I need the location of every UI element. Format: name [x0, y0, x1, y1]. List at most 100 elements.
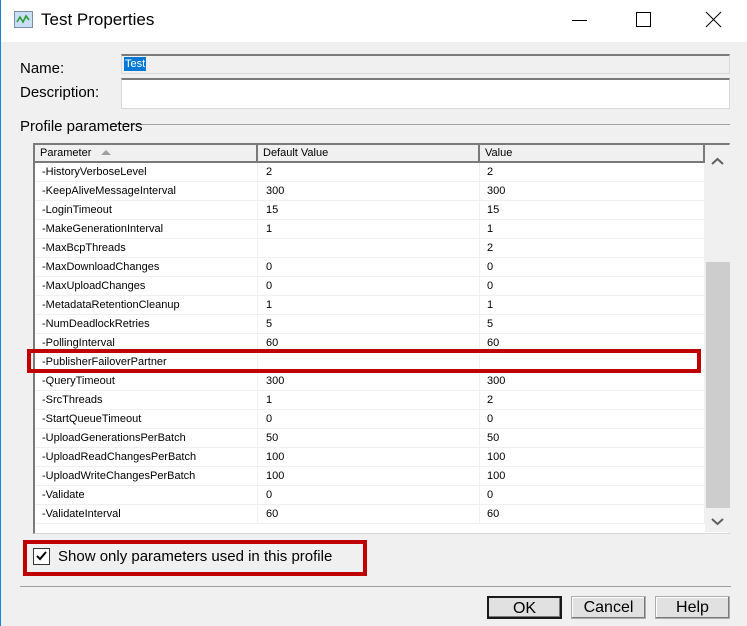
- value-cell[interactable]: 50: [480, 429, 705, 447]
- window-border: [0, 0, 1, 626]
- table-row[interactable]: -UploadReadChangesPerBatch 100 100: [35, 448, 705, 467]
- parameter-cell: -LoginTimeout: [35, 201, 258, 219]
- table-row[interactable]: -LoginTimeout 15 15: [35, 201, 705, 220]
- minimize-button[interactable]: [554, 0, 600, 42]
- default-value-cell: 300: [258, 372, 480, 390]
- value-cell[interactable]: 300: [480, 372, 705, 390]
- default-value-cell: 0: [258, 486, 480, 504]
- cancel-button[interactable]: Cancel: [571, 596, 646, 619]
- value-cell[interactable]: 100: [480, 467, 705, 485]
- parameter-cell: -HistoryVerboseLevel: [35, 163, 258, 181]
- minimize-icon: [572, 20, 587, 21]
- table-row[interactable]: -MetadataRetentionCleanup 1 1: [35, 296, 705, 315]
- parameter-cell: -MaxDownloadChanges: [35, 258, 258, 276]
- parameter-cell: -ValidateInterval: [35, 505, 258, 523]
- table-row[interactable]: -MaxBcpThreads 2: [35, 239, 705, 258]
- grid-header: Parameter Default Value Value: [35, 145, 705, 163]
- window-title: Test Properties: [41, 10, 155, 29]
- group-divider: [110, 124, 730, 125]
- close-button[interactable]: [689, 0, 735, 42]
- parameter-cell: -MaxUploadChanges: [35, 277, 258, 295]
- description-input[interactable]: [121, 78, 730, 109]
- column-header-value[interactable]: Value: [480, 145, 705, 161]
- default-value-cell: 100: [258, 448, 480, 466]
- parameter-cell: -NumDeadlockRetries: [35, 315, 258, 333]
- value-cell[interactable]: 1: [480, 296, 705, 314]
- default-value-cell: 60: [258, 505, 480, 523]
- maximize-button[interactable]: [619, 0, 665, 42]
- value-cell[interactable]: 1: [480, 220, 705, 238]
- default-value-cell: 0: [258, 410, 480, 428]
- table-row[interactable]: -ValidateInterval 60 60: [35, 505, 705, 524]
- scrollbar-thumb[interactable]: [706, 262, 730, 508]
- value-cell[interactable]: 2: [480, 163, 705, 181]
- table-row[interactable]: -Validate 0 0: [35, 486, 705, 505]
- default-value-cell: 2: [258, 163, 480, 181]
- parameter-cell: -StartQueueTimeout: [35, 410, 258, 428]
- name-input[interactable]: Test: [121, 54, 730, 74]
- table-row[interactable]: -MakeGenerationInterval 1 1: [35, 220, 705, 239]
- default-value-cell: 0: [258, 277, 480, 295]
- profile-parameters-label: Profile parameters: [20, 118, 143, 134]
- close-icon: [705, 11, 722, 28]
- performance-chart-icon: [14, 11, 33, 28]
- parameter-cell: -MetadataRetentionCleanup: [35, 296, 258, 314]
- footer-divider: [20, 586, 731, 587]
- show-only-used-checkbox[interactable]: [33, 548, 50, 565]
- table-row[interactable]: -HistoryVerboseLevel 2 2: [35, 163, 705, 182]
- value-cell[interactable]: 0: [480, 258, 705, 276]
- table-row[interactable]: -UploadWriteChangesPerBatch 100 100: [35, 467, 705, 486]
- title-bar[interactable]: Test Properties: [1, 0, 747, 42]
- table-row[interactable]: -QueryTimeout 300 300: [35, 372, 705, 391]
- table-row[interactable]: -NumDeadlockRetries 5 5: [35, 315, 705, 334]
- table-row[interactable]: -KeepAliveMessageInterval 300 300: [35, 182, 705, 201]
- parameter-cell: -MaxBcpThreads: [35, 239, 258, 257]
- default-value-cell: 100: [258, 467, 480, 485]
- value-cell[interactable]: 0: [480, 486, 705, 504]
- parameter-cell: -SrcThreads: [35, 391, 258, 409]
- table-row[interactable]: -StartQueueTimeout 0 0: [35, 410, 705, 429]
- parameter-cell: -UploadGenerationsPerBatch: [35, 429, 258, 447]
- table-row[interactable]: -UploadGenerationsPerBatch 50 50: [35, 429, 705, 448]
- table-row[interactable]: -SrcThreads 1 2: [35, 391, 705, 410]
- parameter-cell: -UploadReadChangesPerBatch: [35, 448, 258, 466]
- value-cell[interactable]: 100: [480, 448, 705, 466]
- parameters-grid[interactable]: Parameter Default Value Value -HistoryVe…: [33, 143, 730, 534]
- vertical-scrollbar[interactable]: [705, 145, 730, 532]
- parameter-cell: -UploadWriteChangesPerBatch: [35, 467, 258, 485]
- column-header-label: Parameter: [40, 147, 92, 159]
- column-header-default-value[interactable]: Default Value: [258, 145, 480, 161]
- default-value-cell: 1: [258, 391, 480, 409]
- sort-ascending-icon: [101, 150, 112, 155]
- value-cell[interactable]: 300: [480, 182, 705, 200]
- ok-button[interactable]: OK: [487, 596, 562, 619]
- table-row[interactable]: -MaxDownloadChanges 0 0: [35, 258, 705, 277]
- default-value-cell: 50: [258, 429, 480, 447]
- show-only-used-label[interactable]: Show only parameters used in this profil…: [58, 548, 332, 565]
- default-value-cell: 300: [258, 182, 480, 200]
- scroll-up-button[interactable]: [705, 151, 730, 172]
- name-value: Test: [124, 57, 147, 71]
- value-cell[interactable]: 0: [480, 410, 705, 428]
- table-row[interactable]: -MaxUploadChanges 0 0: [35, 277, 705, 296]
- parameter-cell: -KeepAliveMessageInterval: [35, 182, 258, 200]
- default-value-cell: 1: [258, 296, 480, 314]
- value-cell[interactable]: 2: [480, 391, 705, 409]
- value-cell[interactable]: 60: [480, 505, 705, 523]
- value-cell[interactable]: 2: [480, 239, 705, 257]
- default-value-cell: [258, 239, 480, 257]
- chevron-down-icon: [711, 518, 724, 526]
- default-value-cell: 15: [258, 201, 480, 219]
- value-cell[interactable]: 5: [480, 315, 705, 333]
- description-label: Description:: [20, 84, 100, 101]
- default-value-cell: 0: [258, 258, 480, 276]
- column-header-parameter[interactable]: Parameter: [35, 145, 258, 161]
- value-cell[interactable]: 0: [480, 277, 705, 295]
- highlight-box-publisher-failover-partner: [27, 349, 701, 373]
- name-label: Name:: [20, 60, 65, 77]
- value-cell[interactable]: 15: [480, 201, 705, 219]
- grid-rows: -HistoryVerboseLevel 2 2 -KeepAliveMessageI…: [35, 163, 705, 524]
- parameter-cell: -MakeGenerationInterval: [35, 220, 258, 238]
- help-button[interactable]: Help: [655, 596, 730, 619]
- scroll-down-button[interactable]: [705, 511, 730, 532]
